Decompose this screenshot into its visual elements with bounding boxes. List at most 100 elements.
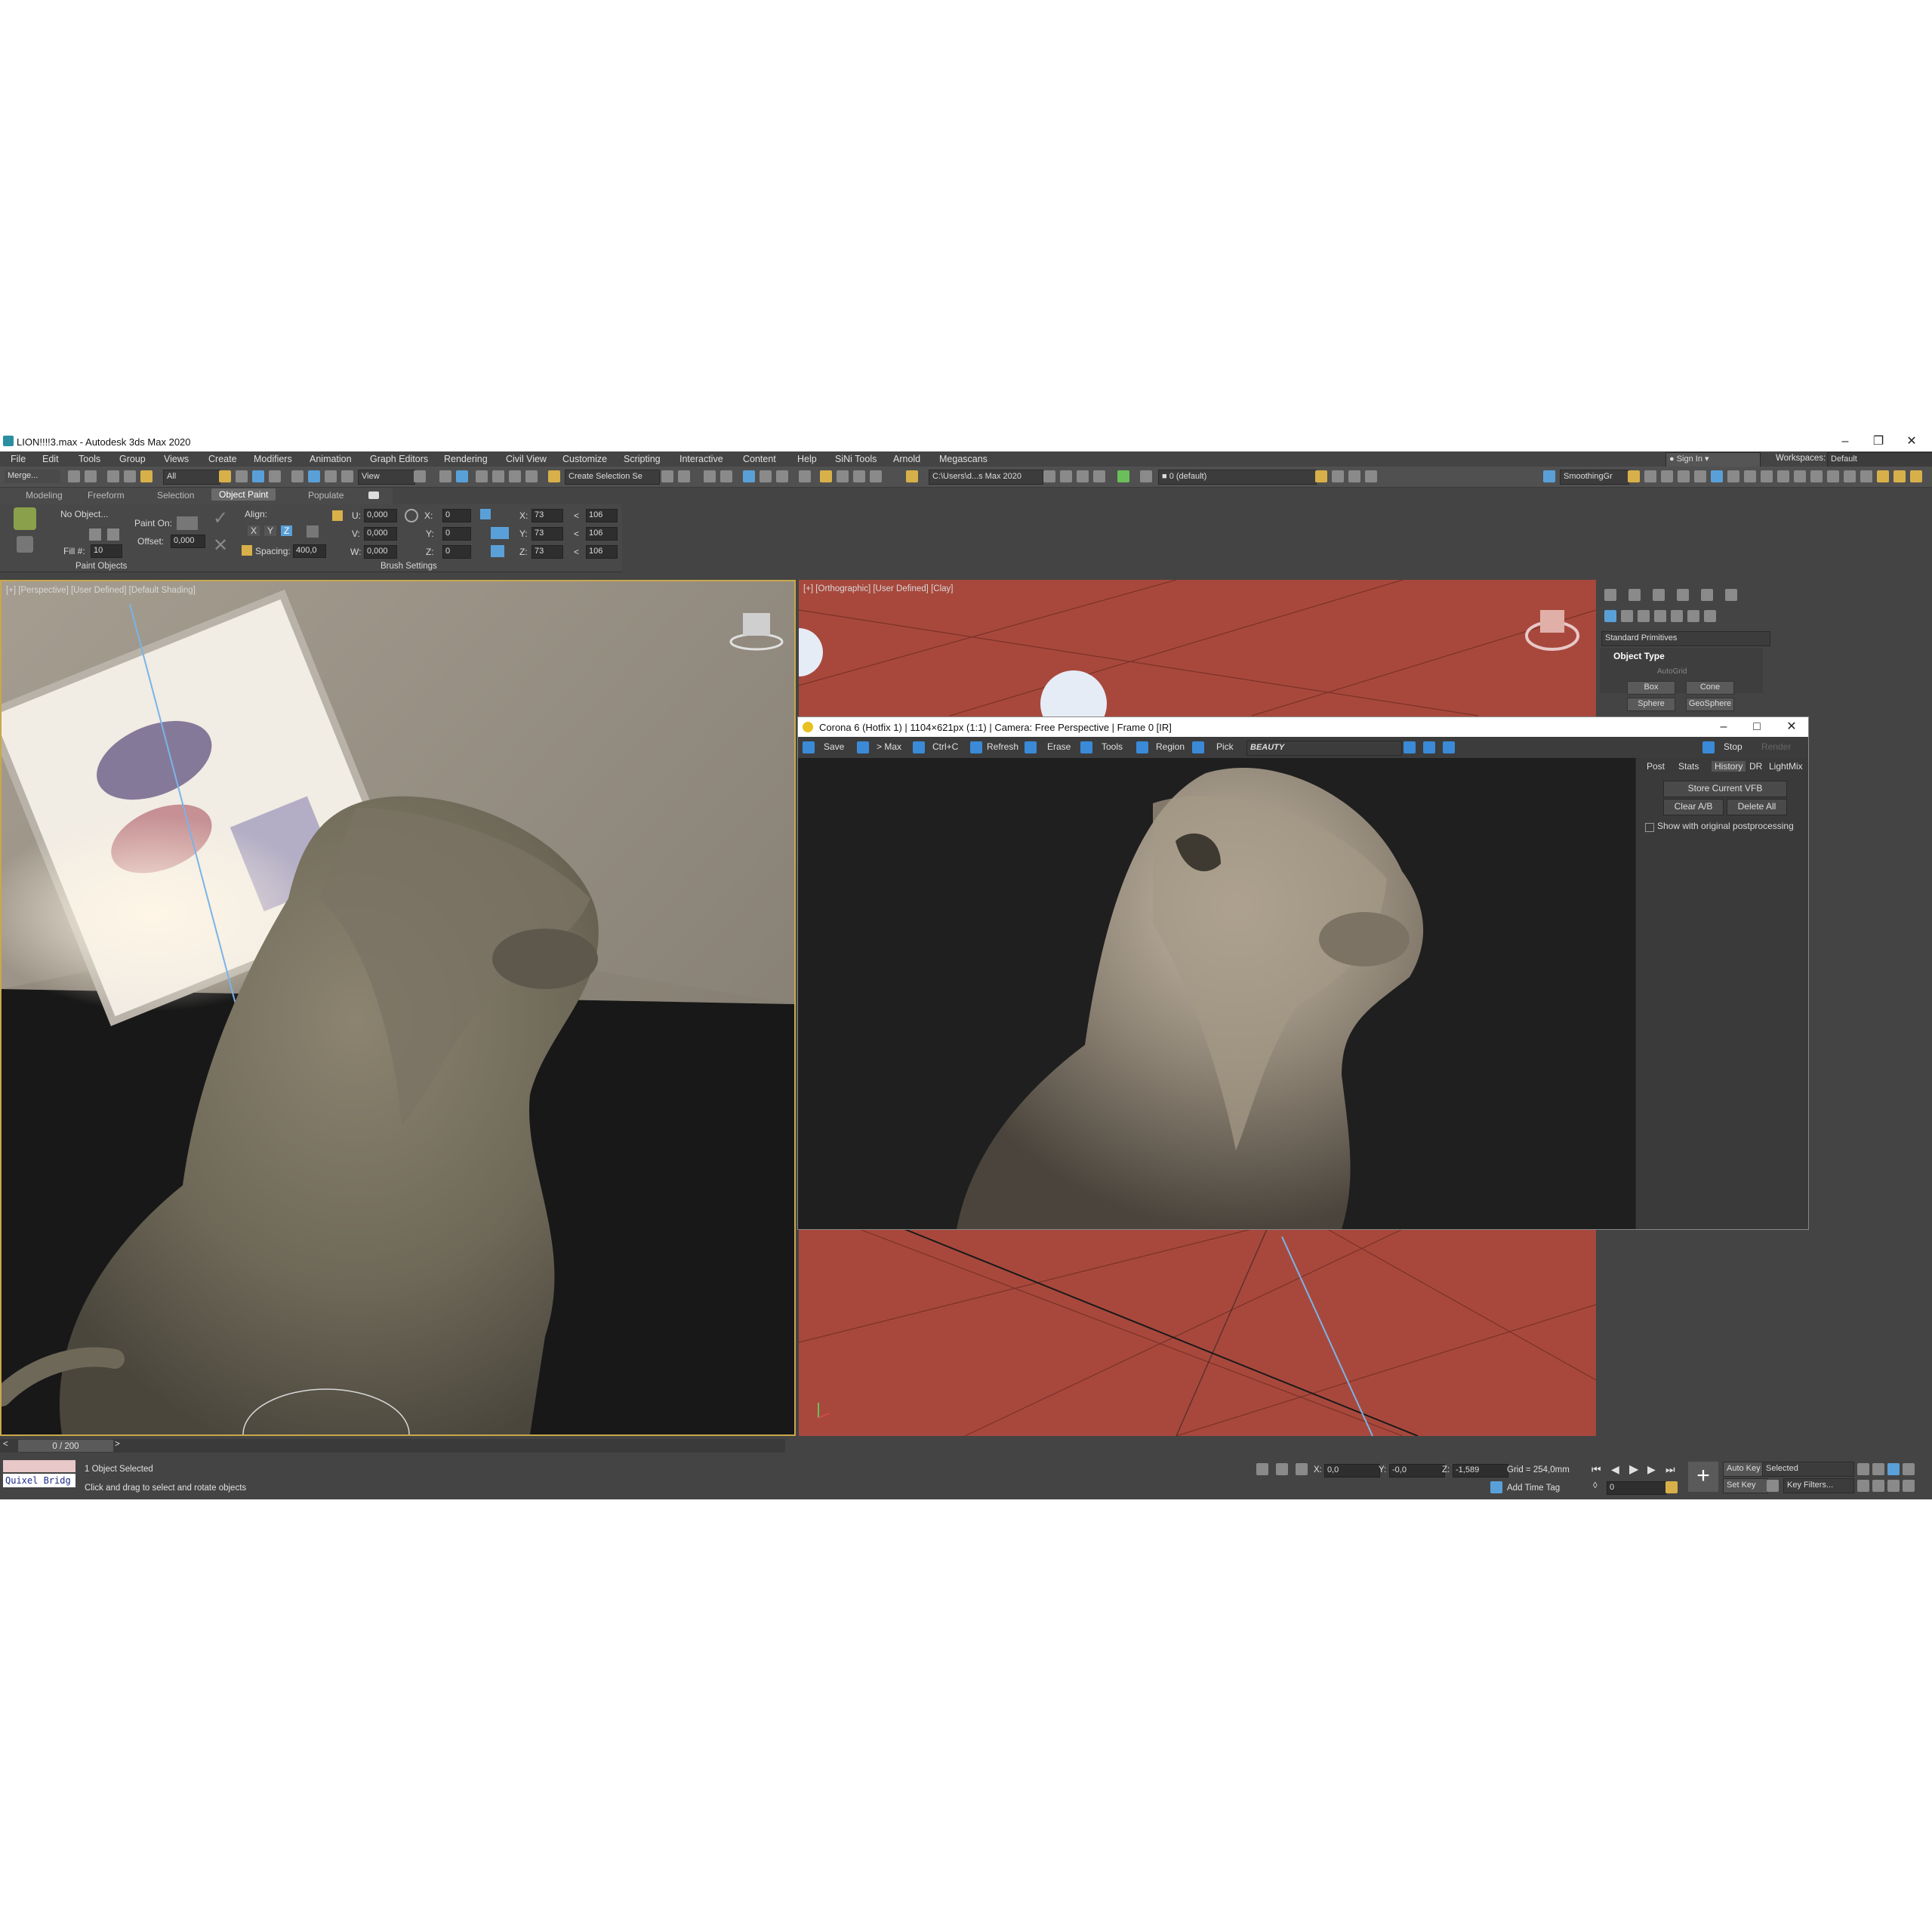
shapes-icon[interactable] <box>1621 610 1633 622</box>
image-icon[interactable] <box>1893 470 1906 482</box>
tab-populate[interactable]: Populate <box>308 490 344 501</box>
cameras-icon[interactable] <box>1654 610 1666 622</box>
zoom-icon[interactable] <box>1857 1463 1869 1475</box>
go-to-end-icon[interactable]: ⏭ <box>1665 1463 1675 1476</box>
paint-on-dropdown[interactable] <box>177 516 198 530</box>
tools-button[interactable]: Tools <box>1102 741 1123 752</box>
zoom-all-icon[interactable] <box>1872 1463 1884 1475</box>
scale-uniform-icon[interactable] <box>491 527 509 539</box>
orbit-icon[interactable] <box>1887 1480 1900 1492</box>
paint-objects-group[interactable]: Paint Objects <box>75 562 127 571</box>
key-mode-dropdown[interactable]: Selected <box>1762 1462 1854 1477</box>
corona-proxy-icon[interactable] <box>1744 470 1756 482</box>
isolate-selection-icon[interactable] <box>1256 1463 1268 1475</box>
spinner-snap-icon[interactable] <box>525 470 538 482</box>
material-editor-icon[interactable] <box>799 470 811 482</box>
zoom-out-icon[interactable] <box>1423 741 1435 753</box>
tab-post[interactable]: Post <box>1647 761 1665 772</box>
render-button[interactable]: Render <box>1761 741 1791 752</box>
w-field[interactable]: 0,000 <box>364 545 397 559</box>
layer-explorer-icon[interactable] <box>720 470 732 482</box>
offset-field[interactable]: 0,000 <box>171 535 205 548</box>
project-path-dropdown[interactable]: C:\Users\d...s Max 2020 <box>929 470 1043 485</box>
select-rotate-icon[interactable] <box>308 470 320 482</box>
tab-lightmix[interactable]: LightMix <box>1769 761 1803 772</box>
coord-z-field[interactable]: -1,589 <box>1453 1464 1508 1478</box>
zoom-fit-icon[interactable] <box>1443 741 1455 753</box>
object-type-title[interactable]: Object Type <box>1613 651 1665 661</box>
systems-icon[interactable] <box>1704 610 1716 622</box>
render-production-icon[interactable] <box>853 470 865 482</box>
current-layer-dropdown[interactable]: ■ 0 (default) <box>1158 470 1317 485</box>
vfb-close-icon[interactable]: ✕ <box>1776 719 1807 735</box>
align-z-button[interactable]: Z <box>281 525 293 536</box>
align-x-button[interactable]: X <box>248 525 260 536</box>
smoothing-groups-dropdown[interactable]: SmoothingGr <box>1560 470 1629 485</box>
zoom-extents-all-icon[interactable] <box>1903 1463 1915 1475</box>
menu-content[interactable]: Content <box>743 454 776 464</box>
menu-tools[interactable]: Tools <box>79 454 100 464</box>
tab-stats[interactable]: Stats <box>1678 761 1699 772</box>
light-icon[interactable] <box>1628 470 1640 482</box>
fill-number-field[interactable]: 10 <box>91 544 122 558</box>
select-manipulate-icon[interactable] <box>439 470 451 482</box>
paint-brush-icon[interactable] <box>14 507 36 530</box>
workspace-dropdown[interactable]: Default <box>1827 452 1932 467</box>
menu-scripting[interactable]: Scripting <box>624 454 661 464</box>
render-channel-dropdown[interactable]: BEAUTY <box>1246 741 1402 756</box>
send-to-max-button[interactable]: > Max <box>877 741 901 752</box>
menu-interactive[interactable]: Interactive <box>679 454 723 464</box>
menu-file[interactable]: File <box>11 454 26 464</box>
create-layer-icon[interactable] <box>1315 470 1327 482</box>
menu-help[interactable]: Help <box>797 454 817 464</box>
play-icon[interactable]: ▶ <box>1629 1462 1638 1477</box>
menu-civil-view[interactable]: Civil View <box>506 454 547 464</box>
corona-material-icon[interactable] <box>1844 470 1856 482</box>
rotate-x-field[interactable]: 0 <box>442 509 471 522</box>
perspective-viewport[interactable]: [+] [Perspective] [User Defined] [Defaul… <box>0 580 796 1436</box>
add-to-layer-icon[interactable] <box>1332 470 1344 482</box>
time-slider-thumb[interactable]: 0 / 200 <box>18 1440 113 1452</box>
next-frame-icon[interactable]: ▶ <box>1647 1463 1656 1476</box>
window-crossing-icon[interactable] <box>269 470 281 482</box>
menu-megascans[interactable]: Megascans <box>939 454 988 464</box>
project-settings-icon[interactable] <box>1093 470 1105 482</box>
undo-icon[interactable] <box>68 470 80 482</box>
scale-z-field[interactable]: 73 <box>532 545 563 559</box>
autogrid-checkbox[interactable]: AutoGrid <box>1657 667 1687 676</box>
corona-light-icon[interactable] <box>1711 470 1723 482</box>
maxscript-mini-listener[interactable] <box>3 1460 75 1472</box>
spacing-field[interactable]: 400,0 <box>293 544 326 558</box>
commit-icon[interactable]: ✓ <box>213 507 234 528</box>
helper-icon[interactable] <box>1661 470 1673 482</box>
region-button[interactable]: Region <box>1156 741 1185 752</box>
tab-history[interactable]: History <box>1712 761 1746 772</box>
folder-icon[interactable] <box>1910 470 1922 482</box>
percent-snap-icon[interactable] <box>509 470 521 482</box>
helpers-icon[interactable] <box>1671 610 1683 622</box>
max-y-field[interactable]: 106 <box>586 527 618 541</box>
store-vfb-button[interactable]: Store Current VFB <box>1663 781 1787 797</box>
object-list-icon[interactable] <box>107 528 119 541</box>
curve-editor-icon[interactable] <box>760 470 772 482</box>
corona-decal-icon[interactable] <box>1777 470 1789 482</box>
layer-properties-icon[interactable] <box>1365 470 1377 482</box>
reference-coordinate-dropdown[interactable]: View <box>358 470 415 485</box>
time-slider-prev-icon[interactable]: < <box>3 1440 8 1449</box>
tab-dr[interactable]: DR <box>1749 761 1762 772</box>
select-scale-icon[interactable] <box>325 470 337 482</box>
previous-frame-icon[interactable]: ◀ <box>1611 1463 1619 1476</box>
corona-interactive-icon[interactable] <box>1827 470 1839 482</box>
key-filters-button[interactable]: Key Filters... <box>1783 1478 1854 1493</box>
vfb-maximize-icon[interactable]: □ <box>1742 719 1772 735</box>
geosphere-button[interactable]: GeoSphere <box>1686 698 1734 711</box>
set-key-button[interactable]: Set Key <box>1723 1478 1768 1493</box>
idea-icon[interactable] <box>1877 470 1889 482</box>
maximize-viewport-icon[interactable] <box>1903 1480 1915 1492</box>
rotate-y-field[interactable]: 0 <box>442 527 471 541</box>
refresh-button[interactable]: Refresh <box>987 741 1018 752</box>
menu-customize[interactable]: Customize <box>562 454 607 464</box>
menu-arnold[interactable]: Arnold <box>893 454 920 464</box>
auto-key-button[interactable]: Auto Key <box>1723 1462 1768 1477</box>
absolute-mode-icon[interactable] <box>1296 1463 1308 1475</box>
